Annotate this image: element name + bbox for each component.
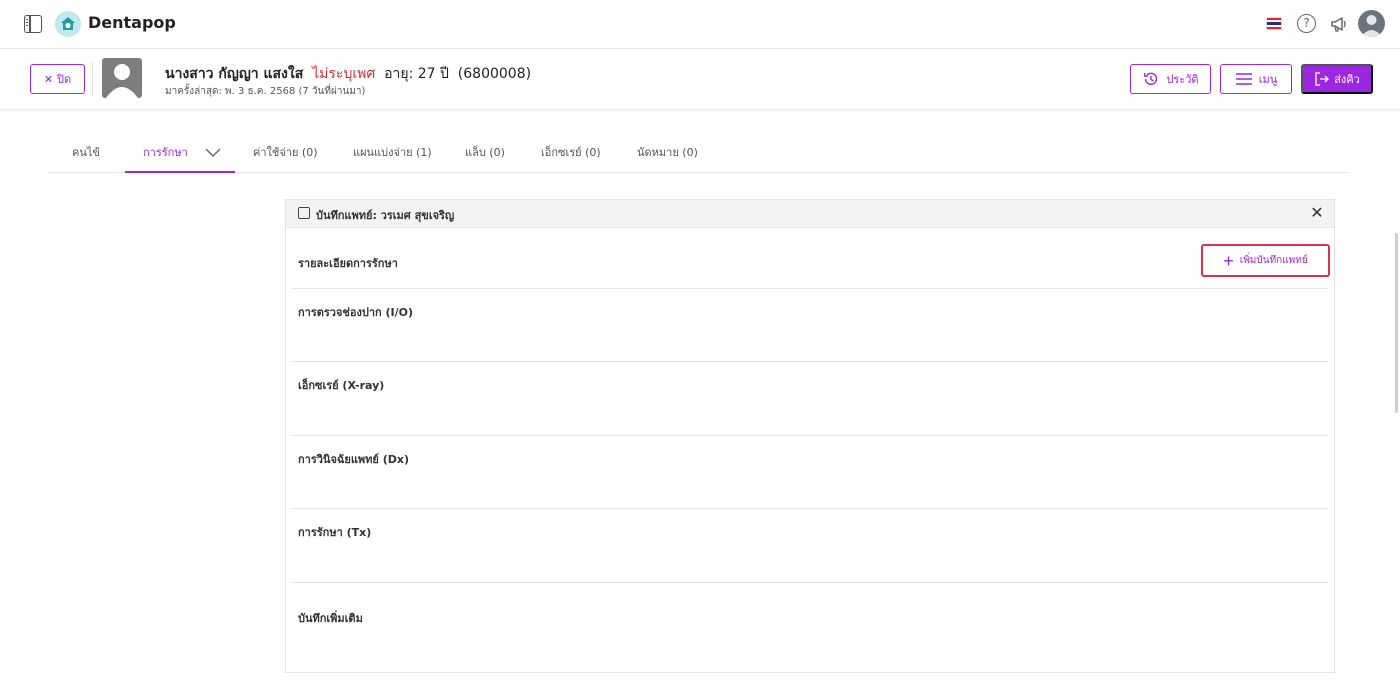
tab-treatment[interactable]: การรักษา	[125, 135, 235, 173]
field-label: บันทึกเพิ่มเติม	[298, 612, 363, 625]
field-label: การวินิจฉัยแพทย์ (Dx)	[298, 453, 409, 466]
close-button[interactable]: ✕ ปิด	[30, 64, 85, 94]
tab-xray[interactable]: เอ็กซเรย์ (0)	[541, 135, 601, 173]
field-diagnosis[interactable]: การวินิจฉัยแพทย์ (Dx)	[292, 435, 1328, 508]
tab-patient[interactable]: คนไข้	[72, 135, 100, 173]
field-label: การรักษา (Tx)	[298, 526, 372, 539]
tab-installment-plan[interactable]: แผนแบ่งจ่าย (1)	[353, 135, 432, 173]
doctor-note-panel: บันทึกแพทย์: วรเมศ สุขเจริญ ✕ รายละเอียด…	[285, 199, 1335, 673]
close-button-label: ปิด	[57, 74, 72, 86]
tab-treatment-label: การรักษา	[143, 146, 188, 159]
patient-photo	[102, 58, 142, 98]
patient-age: อายุ: 27 ปี	[384, 66, 449, 82]
tab-expenses[interactable]: ค่าใช้จ่าย (0)	[253, 135, 318, 173]
close-icon: ✕	[43, 73, 54, 86]
note-icon	[298, 207, 310, 219]
menu-button[interactable]: เมนู	[1220, 64, 1292, 94]
thai-flag-icon[interactable]	[1266, 17, 1282, 30]
hamburger-icon	[1235, 73, 1252, 85]
patient-gender: ไม่ระบุเพศ	[312, 66, 376, 82]
add-doctor-note-button[interactable]: + เพิ่มบันทึกแพทย์	[1201, 244, 1330, 277]
field-label: เอ็กซเรย์ (X-ray)	[298, 379, 385, 392]
field-oral-exam[interactable]: การตรวจช่องปาก (I/O)	[292, 288, 1328, 361]
dentapop-logo-icon	[55, 11, 81, 37]
page-scrollbar[interactable]	[1395, 233, 1398, 413]
field-label: การตรวจช่องปาก (I/O)	[298, 306, 414, 319]
divider	[92, 62, 93, 96]
history-button[interactable]: ประวัติ	[1130, 64, 1211, 94]
field-xray[interactable]: เอ็กซเรย์ (X-ray)	[292, 361, 1328, 435]
patient-name-line: นางสาว กัญญา แสงใส ไม่ระบุเพศ อายุ: 27 ป…	[165, 63, 531, 85]
field-treatment[interactable]: การรักษา (Tx)	[292, 508, 1328, 582]
brand-name: Dentapop	[88, 13, 176, 32]
menu-button-label: เมนู	[1258, 74, 1278, 86]
patient-header: ✕ ปิด นางสาว กัญญา แสงใส ไม่ระบุเพศ อายุ…	[0, 50, 1400, 110]
user-avatar[interactable]	[1358, 10, 1385, 37]
field-additional-notes[interactable]: บันทึกเพิ่มเติม	[292, 582, 1328, 672]
add-doctor-note-label: เพิ่มบันทึกแพทย์	[1239, 255, 1308, 266]
patient-code: (6800008)	[457, 66, 532, 82]
patient-name: นางสาว กัญญา แสงใส	[165, 66, 304, 82]
tab-appointments[interactable]: นัดหมาย (0)	[637, 135, 698, 173]
send-queue-label: ส่งคิว	[1334, 74, 1360, 86]
treatment-details-title: รายละเอียดการรักษา	[298, 257, 398, 270]
panel-header: บันทึกแพทย์: วรเมศ สุขเจริญ ✕	[286, 200, 1334, 228]
history-icon	[1144, 72, 1158, 85]
patient-tabs: คนไข้ การรักษา ค่าใช้จ่าย (0) แผนแบ่งจ่า…	[48, 135, 1348, 173]
send-queue-button[interactable]: ส่งคิว	[1301, 64, 1373, 94]
help-icon[interactable]: ?	[1297, 14, 1316, 33]
panel-title: บันทึกแพทย์: วรเมศ สุขเจริญ	[316, 209, 455, 222]
chevron-down-icon	[205, 148, 221, 157]
megaphone-icon[interactable]	[1329, 14, 1349, 38]
patient-last-visit: มาครั้งล่าสุด: พ. 3 ธ.ค. 2568 (7 วันที่ผ…	[165, 86, 366, 97]
sidebar-toggle-icon[interactable]	[24, 15, 42, 33]
exit-arrow-icon	[1315, 72, 1330, 86]
plus-icon: +	[1223, 250, 1234, 271]
panel-close-icon[interactable]: ✕	[1308, 203, 1326, 223]
tab-lab[interactable]: แล็บ (0)	[465, 135, 505, 173]
history-button-label: ประวัติ	[1166, 74, 1199, 86]
top-bar: Dentapop ?	[0, 0, 1400, 49]
